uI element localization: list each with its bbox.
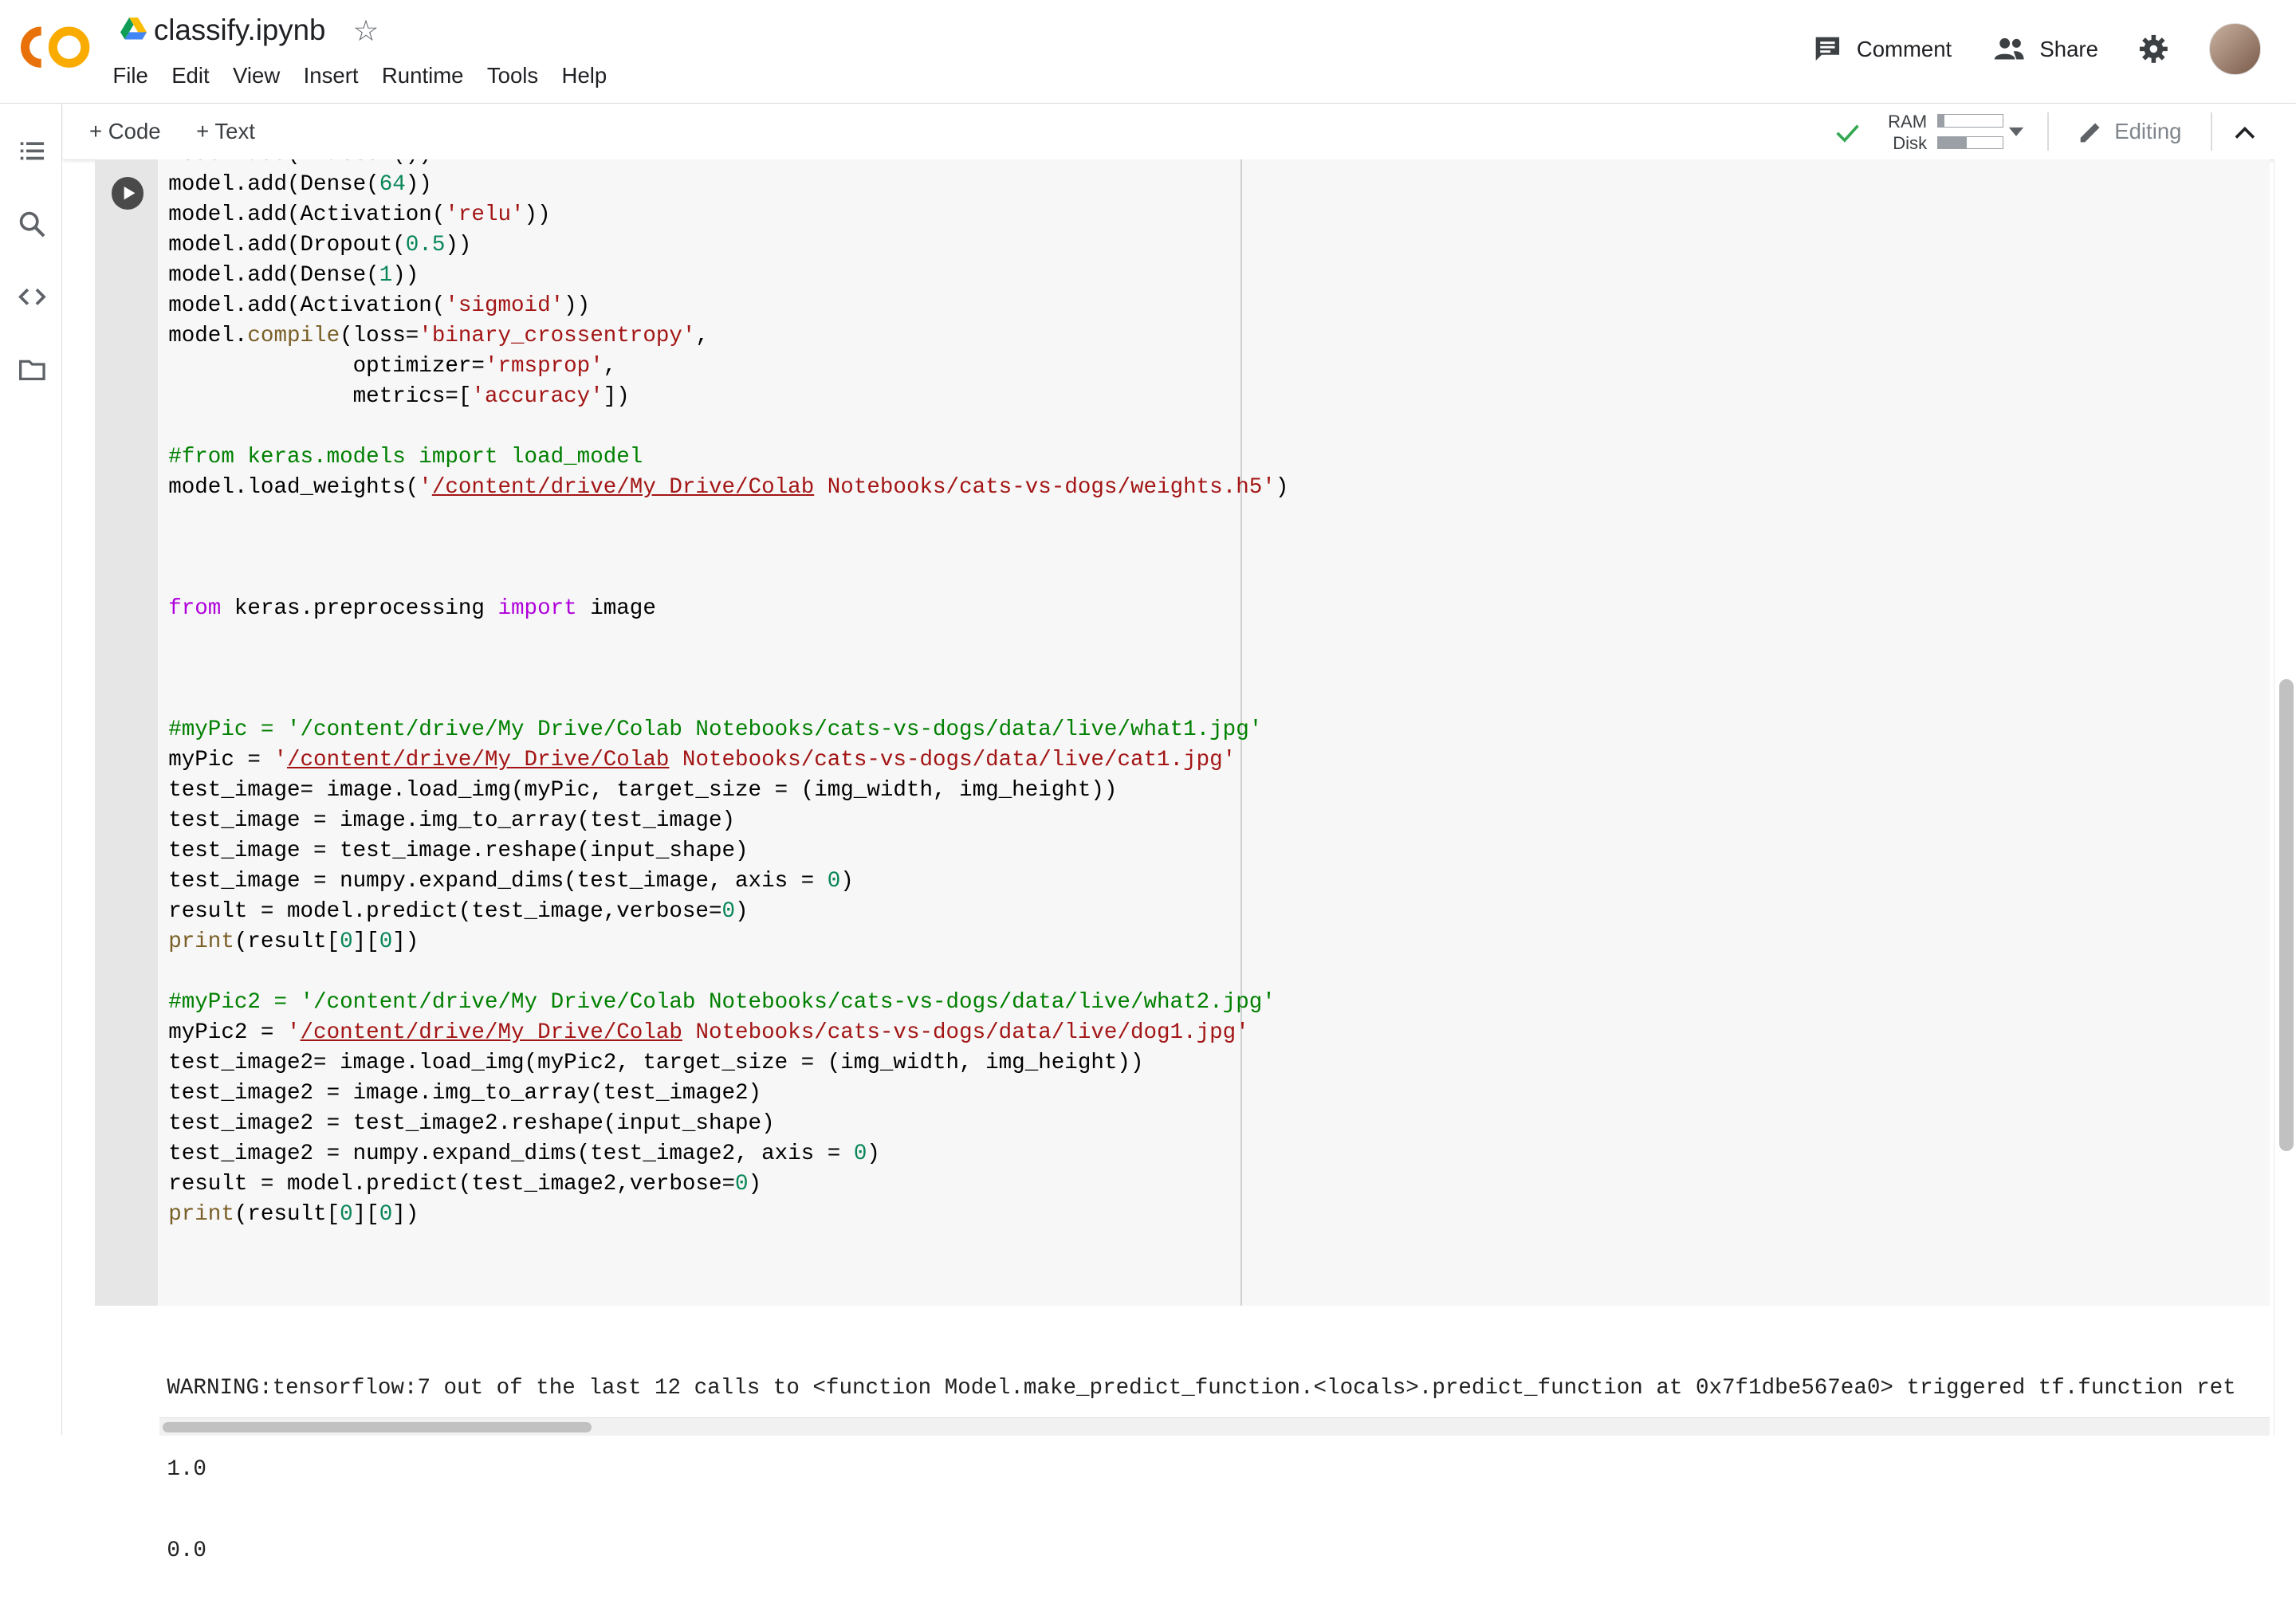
gear-icon xyxy=(2140,35,2168,64)
code-line[interactable]: ​ xyxy=(168,412,1288,442)
horizontal-scrollbar[interactable] xyxy=(159,1417,2270,1436)
star-icon[interactable]: ☆ xyxy=(353,14,379,48)
menu-insert[interactable]: Insert xyxy=(304,63,359,88)
code-line[interactable]: ​ xyxy=(168,624,1288,654)
code-line[interactable]: model.add(Dropout(0.5)) xyxy=(168,230,1288,261)
run-cell-icon xyxy=(124,187,135,200)
code-line[interactable]: print(result[0][0]) xyxy=(168,927,1288,957)
code-line[interactable]: #from keras.models import load_model xyxy=(168,442,1288,473)
dropdown-arrow-icon[interactable] xyxy=(2007,126,2025,138)
code-line[interactable]: from keras.preprocessing import image xyxy=(168,594,1288,624)
code-line[interactable]: #myPic2 = '/content/drive/My Drive/Colab… xyxy=(168,988,1288,1018)
code-line[interactable]: test_image2 = numpy.expand_dims(test_ima… xyxy=(168,1139,1288,1169)
output-line: 1.0 xyxy=(167,1456,206,1482)
chevron-up-icon[interactable] xyxy=(2235,124,2255,139)
cell-output: WARNING:tensorflow:7 out of the last 12 … xyxy=(95,1306,2270,1563)
code-line[interactable]: test_image= image.load_img(myPic, target… xyxy=(168,776,1288,806)
code-editor[interactable]: model.add(Flatten())model.add(Dense(64))… xyxy=(168,159,1288,1230)
comment-button[interactable]: Comment xyxy=(1813,34,1952,64)
code-line[interactable]: model.add(Flatten()) xyxy=(168,159,1288,169)
code-line[interactable]: metrics=['accuracy']) xyxy=(168,382,1288,412)
code-line[interactable]: myPic = '/content/drive/My Drive/Colab N… xyxy=(168,745,1288,776)
toc-icon[interactable] xyxy=(18,136,47,166)
code-line[interactable]: #myPic = '/content/drive/My Drive/Colab … xyxy=(168,715,1288,745)
scrollbar-thumb[interactable] xyxy=(162,1422,592,1433)
pencil-icon xyxy=(2080,123,2100,143)
notebook-title[interactable]: classify.ipynb xyxy=(154,14,326,47)
header-actions: Comment Share xyxy=(1771,23,2261,75)
notebook-toolbar: + Code + Text RAM Disk Editing xyxy=(62,104,2296,161)
drive-icon xyxy=(120,18,147,40)
code-line[interactable]: optimizer='rmsprop', xyxy=(168,352,1288,382)
menu-help[interactable]: Help xyxy=(562,63,607,88)
add-text-button[interactable]: + Text xyxy=(196,119,255,144)
run-cell-button[interactable] xyxy=(111,177,144,210)
code-line[interactable]: test_image2 = test_image2.reshape(input_… xyxy=(168,1109,1288,1139)
code-line[interactable]: ​ xyxy=(168,957,1288,988)
output-text: WARNING:tensorflow:7 out of the last 12 … xyxy=(167,1321,2235,1619)
share-people-icon xyxy=(1994,37,2024,60)
ram-bar xyxy=(1936,114,2003,128)
ram-label: RAM xyxy=(1888,111,1928,132)
output-line: WARNING:tensorflow:7 out of the last 12 … xyxy=(167,1375,2236,1401)
code-line[interactable]: model.add(Dense(1)) xyxy=(168,261,1288,291)
toolbar-divider xyxy=(2046,112,2049,151)
disk-label: Disk xyxy=(1893,133,1928,154)
code-line[interactable]: ​ xyxy=(168,685,1288,715)
menu-view[interactable]: View xyxy=(233,63,280,88)
code-line[interactable]: model.compile(loss='binary_crossentropy'… xyxy=(168,321,1288,352)
avatar[interactable] xyxy=(2209,23,2261,75)
vertical-scrollbar[interactable] xyxy=(2274,159,2296,1435)
top-bar: classify.ipynb ☆ File Edit View Insert R… xyxy=(0,0,2296,104)
code-line[interactable]: model.add(Dense(64)) xyxy=(168,170,1288,200)
add-code-button[interactable]: + Code xyxy=(89,119,161,144)
code-line[interactable]: test_image = test_image.reshape(input_sh… xyxy=(168,836,1288,866)
menu-runtime[interactable]: Runtime xyxy=(382,63,464,88)
settings-button[interactable] xyxy=(2139,34,2183,64)
cell-gutter xyxy=(95,159,159,1307)
code-line[interactable]: ​ xyxy=(168,533,1288,564)
code-line[interactable]: model.load_weights('/content/drive/My Dr… xyxy=(168,473,1288,503)
search-icon[interactable] xyxy=(18,210,47,239)
code-line[interactable]: ​ xyxy=(168,503,1288,533)
menu-bar: File Edit View Insert Runtime Tools Help xyxy=(112,63,630,88)
code-line[interactable]: model.add(Activation('sigmoid')) xyxy=(168,291,1288,321)
code-line[interactable]: test_image2= image.load_img(myPic2, targ… xyxy=(168,1048,1288,1079)
editing-mode-button[interactable]: Editing xyxy=(2114,119,2181,144)
left-sidebar xyxy=(0,104,63,1435)
share-button[interactable]: Share xyxy=(1993,37,2098,62)
check-icon xyxy=(1836,124,1860,143)
share-label: Share xyxy=(2039,36,2098,61)
code-line[interactable]: myPic2 = '/content/drive/My Drive/Colab … xyxy=(168,1018,1288,1048)
code-line[interactable]: ​ xyxy=(168,564,1288,594)
scrollbar-thumb[interactable] xyxy=(2278,679,2294,1151)
code-line[interactable]: test_image2 = image.img_to_array(test_im… xyxy=(168,1079,1288,1109)
disk-bar xyxy=(1936,136,2003,150)
menu-tools[interactable]: Tools xyxy=(487,63,538,88)
toolbar-divider-2 xyxy=(2211,112,2213,151)
folder-icon[interactable] xyxy=(18,356,47,385)
code-line[interactable]: model.add(Activation('relu')) xyxy=(168,200,1288,230)
comment-label: Comment xyxy=(1856,36,1952,61)
code-line[interactable]: test_image = numpy.expand_dims(test_imag… xyxy=(168,866,1288,897)
code-cell[interactable]: model.add(Flatten())model.add(Dense(64))… xyxy=(95,159,2270,1307)
code-line[interactable]: ​ xyxy=(168,654,1288,685)
comment-icon xyxy=(1815,37,1839,61)
code-snippets-icon[interactable] xyxy=(18,282,47,312)
colab-logo-icon[interactable] xyxy=(20,22,94,72)
menu-file[interactable]: File xyxy=(112,63,147,88)
code-line[interactable]: print(result[0][0]) xyxy=(168,1200,1288,1230)
code-line[interactable]: result = model.predict(test_image,verbos… xyxy=(168,897,1288,927)
output-line: 0.0 xyxy=(167,1538,206,1563)
code-line[interactable]: result = model.predict(test_image2,verbo… xyxy=(168,1169,1288,1200)
menu-edit[interactable]: Edit xyxy=(171,63,209,88)
code-line[interactable]: test_image = image.img_to_array(test_ima… xyxy=(168,806,1288,836)
